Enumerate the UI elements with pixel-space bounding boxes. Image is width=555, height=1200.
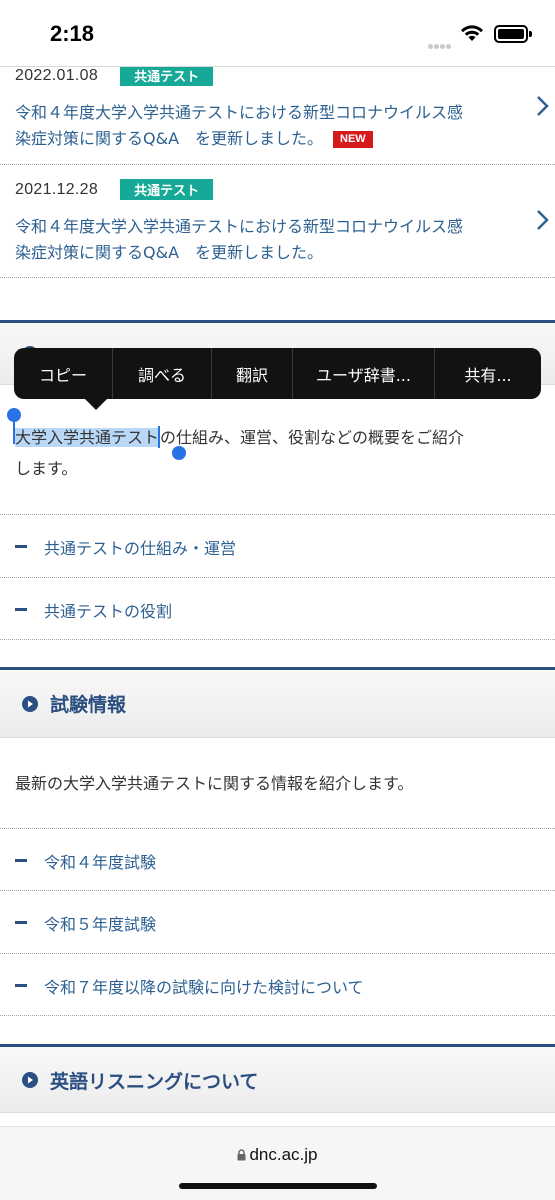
dash-bullet-icon — [15, 608, 27, 611]
battery-icon — [494, 25, 528, 43]
section-header-exam-info[interactable]: 試験情報 — [0, 670, 555, 738]
wifi-icon — [461, 25, 483, 41]
home-indicator[interactable] — [179, 1183, 377, 1189]
divider — [0, 277, 555, 278]
selection-start-bar — [13, 420, 15, 444]
news-date: 2022.01.08 — [15, 66, 99, 84]
selected-text[interactable]: 大学入学共通テスト — [15, 428, 160, 447]
news-date: 2021.12.28 — [15, 180, 99, 198]
dash-bullet-icon — [15, 921, 27, 924]
exam-info-link[interactable]: 令和４年度試験 — [0, 829, 555, 891]
exam-info-link[interactable]: 令和７年度以降の試験に向けた検討について — [0, 954, 555, 1016]
news-item[interactable]: 2022.01.08 共通テスト 令和４年度大学入学共通テストにおける新型コロナ… — [0, 60, 555, 164]
news-item[interactable]: 2021.12.28 共通テスト 令和４年度大学入学共通テストにおける新型コロナ… — [0, 172, 555, 276]
category-badge: 共通テスト — [120, 179, 214, 200]
overview-link[interactable]: 共通テストの仕組み・運営 — [0, 515, 555, 577]
lock-icon — [237, 1149, 246, 1161]
play-circle-icon — [22, 696, 38, 712]
exam-info-description: 最新の大学入学共通テストに関する情報を紹介します。 — [15, 774, 414, 793]
text-selection-menu: コピー 調べる 翻訳 ユーザ辞書... 共有... — [14, 348, 541, 399]
dash-bullet-icon — [15, 859, 27, 862]
url-field[interactable]: dnc.ac.jp — [0, 1145, 555, 1165]
exam-info-link[interactable]: 令和５年度試験 — [0, 891, 555, 953]
overview-description: 大学入学共通テストの仕組み、運営、役割などの概要をご紹介 します。 — [15, 426, 465, 478]
news-title[interactable]: 令和４年度大学入学共通テストにおける新型コロナウイルス感 染症対策に関するQ&A… — [15, 214, 530, 266]
status-divider — [0, 66, 555, 67]
new-badge: NEW — [333, 131, 373, 148]
status-bar: 2:18 — [0, 0, 555, 66]
menu-share[interactable]: 共有... — [435, 348, 541, 399]
category-badge: 共通テスト — [120, 65, 214, 86]
divider — [0, 639, 555, 640]
browser-address-bar[interactable]: dnc.ac.jp — [0, 1126, 555, 1200]
section-title: 英語リスニングについて — [50, 1071, 259, 1093]
chevron-right-icon — [537, 96, 549, 116]
overview-link[interactable]: 共通テストの役割 — [0, 578, 555, 640]
dash-bullet-icon — [15, 984, 27, 987]
section-title: 試験情報 — [50, 694, 127, 716]
dash-bullet-icon — [15, 545, 27, 548]
menu-user-dictionary[interactable]: ユーザ辞書... — [293, 348, 435, 399]
news-title[interactable]: 令和４年度大学入学共通テストにおける新型コロナウイルス感 染症対策に関するQ&A… — [15, 100, 530, 152]
menu-pointer — [84, 398, 108, 410]
section-header-listening[interactable]: 英語リスニングについて — [0, 1047, 555, 1113]
selection-end-handle[interactable] — [172, 446, 186, 460]
battery-tip — [529, 31, 532, 37]
chevron-right-icon — [537, 210, 549, 230]
menu-look-up[interactable]: 調べる — [113, 348, 212, 399]
status-time: 2:18 — [50, 21, 95, 46]
divider — [0, 164, 555, 165]
cellular-signal-icon — [428, 34, 452, 53]
divider — [0, 1015, 555, 1016]
play-circle-icon — [22, 1072, 38, 1088]
menu-translate[interactable]: 翻訳 — [212, 348, 293, 399]
menu-copy[interactable]: コピー — [14, 348, 113, 399]
url-text: dnc.ac.jp — [249, 1145, 318, 1164]
